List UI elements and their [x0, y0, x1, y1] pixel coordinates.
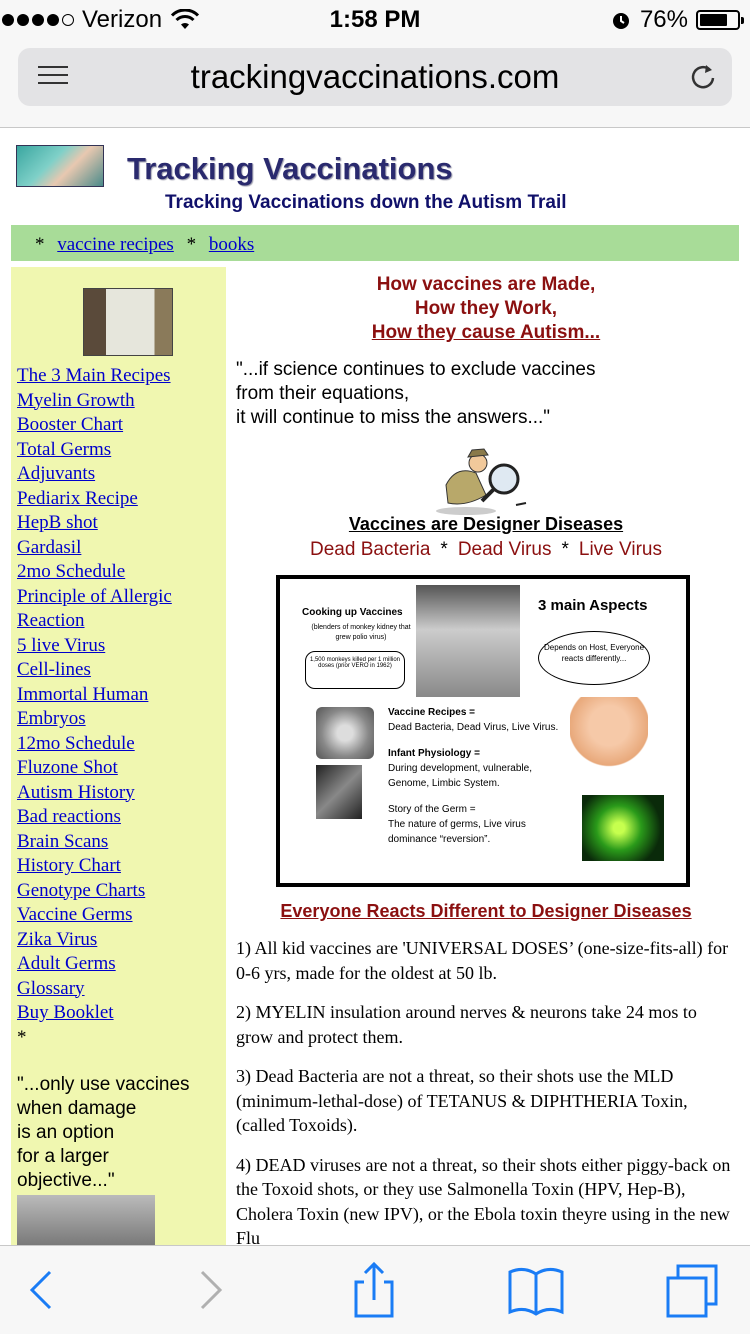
browser-chrome: trackingvaccinations.com: [0, 40, 750, 128]
detective-magnifier-icon: [436, 448, 527, 515]
url-text[interactable]: trackingvaccinations.com: [18, 58, 732, 96]
sidebar-links: The 3 Main Recipes Myelin Growth Booster…: [17, 364, 172, 1050]
type-live-virus: Live Virus: [578, 539, 662, 560]
sidebar-link[interactable]: Brain Scans: [17, 830, 172, 855]
sidebar-link[interactable]: Pediarix Recipe: [17, 487, 172, 512]
infographic-aspects-title: 3 main Aspects: [538, 597, 648, 614]
infographic-host-bubble: Depends on Host, Everyone reacts differe…: [538, 631, 650, 685]
three-aspects-infographic: Cooking up Vaccines (blenders of monkey …: [276, 575, 690, 887]
main-content: How vaccines are Made, How they Work, Ho…: [236, 267, 736, 1245]
type-dead-virus: Dead Virus: [457, 539, 552, 560]
sidebar-link[interactable]: 5 live Virus: [17, 634, 172, 659]
sidebar-link[interactable]: Glossary: [17, 977, 172, 1002]
infographic-cooking-sub: (blenders of monkey kidney that grew pol…: [311, 624, 411, 641]
infographic-bullets: Vaccine Recipes = Dead Bacteria, Dead Vir…: [388, 705, 568, 858]
sidebar-link[interactable]: Myelin Growth: [17, 389, 172, 414]
sidebar-quote: "...only use vaccines when damage is an …: [17, 1073, 190, 1193]
sidebar-link[interactable]: Buy Booklet: [17, 1001, 172, 1026]
nav-link-books[interactable]: books: [209, 234, 254, 255]
quote-line: "...only use vaccines: [17, 1074, 190, 1095]
browser-toolbar: [0, 1245, 750, 1334]
back-arrow-icon[interactable]: [12, 1260, 72, 1320]
quote-line: objective...": [17, 1170, 115, 1191]
battery-percent: 76%: [639, 6, 688, 33]
bullet-title: Vaccine Recipes =: [388, 707, 476, 718]
point-item: 4) DEAD viruses are not a threat, so the…: [236, 1154, 731, 1246]
alarm-icon: [612, 13, 629, 29]
bookmarks-icon[interactable]: [506, 1260, 566, 1320]
sidebar-link[interactable]: Principle of Allergic: [17, 585, 172, 610]
infographic-cooking-title: Cooking up Vaccines: [302, 607, 403, 618]
infographic-monkeys-note: 1,500 monkeys killed per 1 million doses…: [305, 651, 405, 689]
share-icon[interactable]: [344, 1260, 404, 1320]
bullet-body: During development, vulnerable, Genome, …: [388, 763, 532, 789]
baby-photo: [570, 697, 648, 779]
sidebar-asterisk: *: [17, 1026, 27, 1048]
type-dead-bacteria: Dead Bacteria: [310, 539, 431, 560]
reload-icon[interactable]: [688, 62, 718, 92]
sidebar-link[interactable]: Embryos: [17, 707, 172, 732]
point-item: 2) MYELIN insulation around nerves & neu…: [236, 1002, 697, 1047]
sidebar-link[interactable]: Adjuvants: [17, 462, 172, 487]
sidebar-photo: [17, 1195, 155, 1245]
virus-photo: [582, 795, 664, 861]
sidebar-link[interactable]: Autism History: [17, 781, 172, 806]
forward-arrow-icon[interactable]: [180, 1260, 240, 1320]
nav-link-vaccine-recipes[interactable]: vaccine recipes: [57, 234, 174, 255]
sidebar-link[interactable]: Fluzone Shot: [17, 756, 172, 781]
logo-image: [16, 145, 104, 187]
designer-diseases-title[interactable]: Vaccines are Designer Diseases: [236, 514, 736, 535]
everyone-reacts-title[interactable]: Everyone Reacts Different to Designer Di…: [236, 901, 736, 922]
sidebar-link[interactable]: Adult Germs: [17, 952, 172, 977]
status-right: 76%: [610, 6, 744, 34]
headline-link[interactable]: How they cause Autism...: [236, 321, 736, 345]
numbered-points: 1) All kid vaccines are 'UNIVERSAL DOSES…: [236, 936, 736, 1245]
sidebar-link[interactable]: Cell-lines: [17, 658, 172, 683]
sidebar-link[interactable]: Immortal Human: [17, 683, 172, 708]
headline-line: How they Work,: [414, 298, 558, 319]
quote-line: from their equations,: [236, 383, 410, 404]
quote-line: it will continue to miss the answers...": [236, 407, 551, 428]
bullet-title: Story of the Germ =: [388, 804, 476, 815]
sidebar-link[interactable]: Bad reactions: [17, 805, 172, 830]
address-bar[interactable]: trackingvaccinations.com: [18, 48, 732, 106]
headline-line: How vaccines are Made,: [376, 274, 596, 295]
headline: How vaccines are Made, How they Work, Ho…: [236, 273, 736, 345]
sidebar-link[interactable]: Total Germs: [17, 438, 172, 463]
quote-line: "...if science continues to exclude vacc…: [236, 359, 596, 380]
sidebar-link[interactable]: 2mo Schedule: [17, 560, 172, 585]
sidebar: The 3 Main Recipes Myelin Growth Booster…: [11, 267, 226, 1245]
battery-icon: [696, 10, 744, 30]
quote-line: when damage: [17, 1098, 137, 1119]
bullet-body: The nature of germs, Live virus dominanc…: [388, 819, 526, 845]
science-quote: "...if science continues to exclude vacc…: [236, 358, 736, 430]
sidebar-link[interactable]: Genotype Charts: [17, 879, 172, 904]
tabs-icon[interactable]: [664, 1260, 724, 1320]
sidebar-link[interactable]: Gardasil: [17, 536, 172, 561]
chromosome-photo: [316, 765, 362, 819]
vaccine-types: Dead Bacteria * Dead Virus * Live Virus: [310, 539, 662, 560]
bullet-body: Dead Bacteria, Dead Virus, Live Virus.: [388, 722, 559, 733]
status-bar: Verizon 1:58 PM 76%: [0, 0, 750, 40]
point-item: 1) All kid vaccines are 'UNIVERSAL DOSES…: [236, 938, 729, 983]
lab-photo: [416, 585, 520, 697]
sidebar-link[interactable]: Booster Chart: [17, 413, 172, 438]
sidebar-link[interactable]: Vaccine Germs: [17, 903, 172, 928]
sidebar-link[interactable]: History Chart: [17, 854, 172, 879]
cell-photo: [316, 707, 374, 759]
quote-line: is an option: [17, 1122, 115, 1143]
site-subtitle: Tracking Vaccinations down the Autism Tr…: [165, 192, 567, 213]
lecture-thumbnail[interactable]: [83, 288, 173, 356]
web-page: Tracking Vaccinations Tracking Vaccinati…: [0, 129, 750, 1245]
quote-line: for a larger: [17, 1146, 109, 1167]
sidebar-link[interactable]: Reaction: [17, 609, 172, 634]
bullet-title: Infant Physiology =: [388, 748, 480, 759]
sidebar-link[interactable]: The 3 Main Recipes: [17, 364, 172, 389]
site-title: Tracking Vaccinations: [127, 151, 453, 186]
point-item: 3) Dead Bacteria are not a threat, so th…: [236, 1066, 688, 1135]
sidebar-link[interactable]: 12mo Schedule: [17, 732, 172, 757]
top-nav: * vaccine recipes * books: [11, 225, 739, 261]
sidebar-link[interactable]: Zika Virus: [17, 928, 172, 953]
sidebar-link[interactable]: HepB shot: [17, 511, 172, 536]
